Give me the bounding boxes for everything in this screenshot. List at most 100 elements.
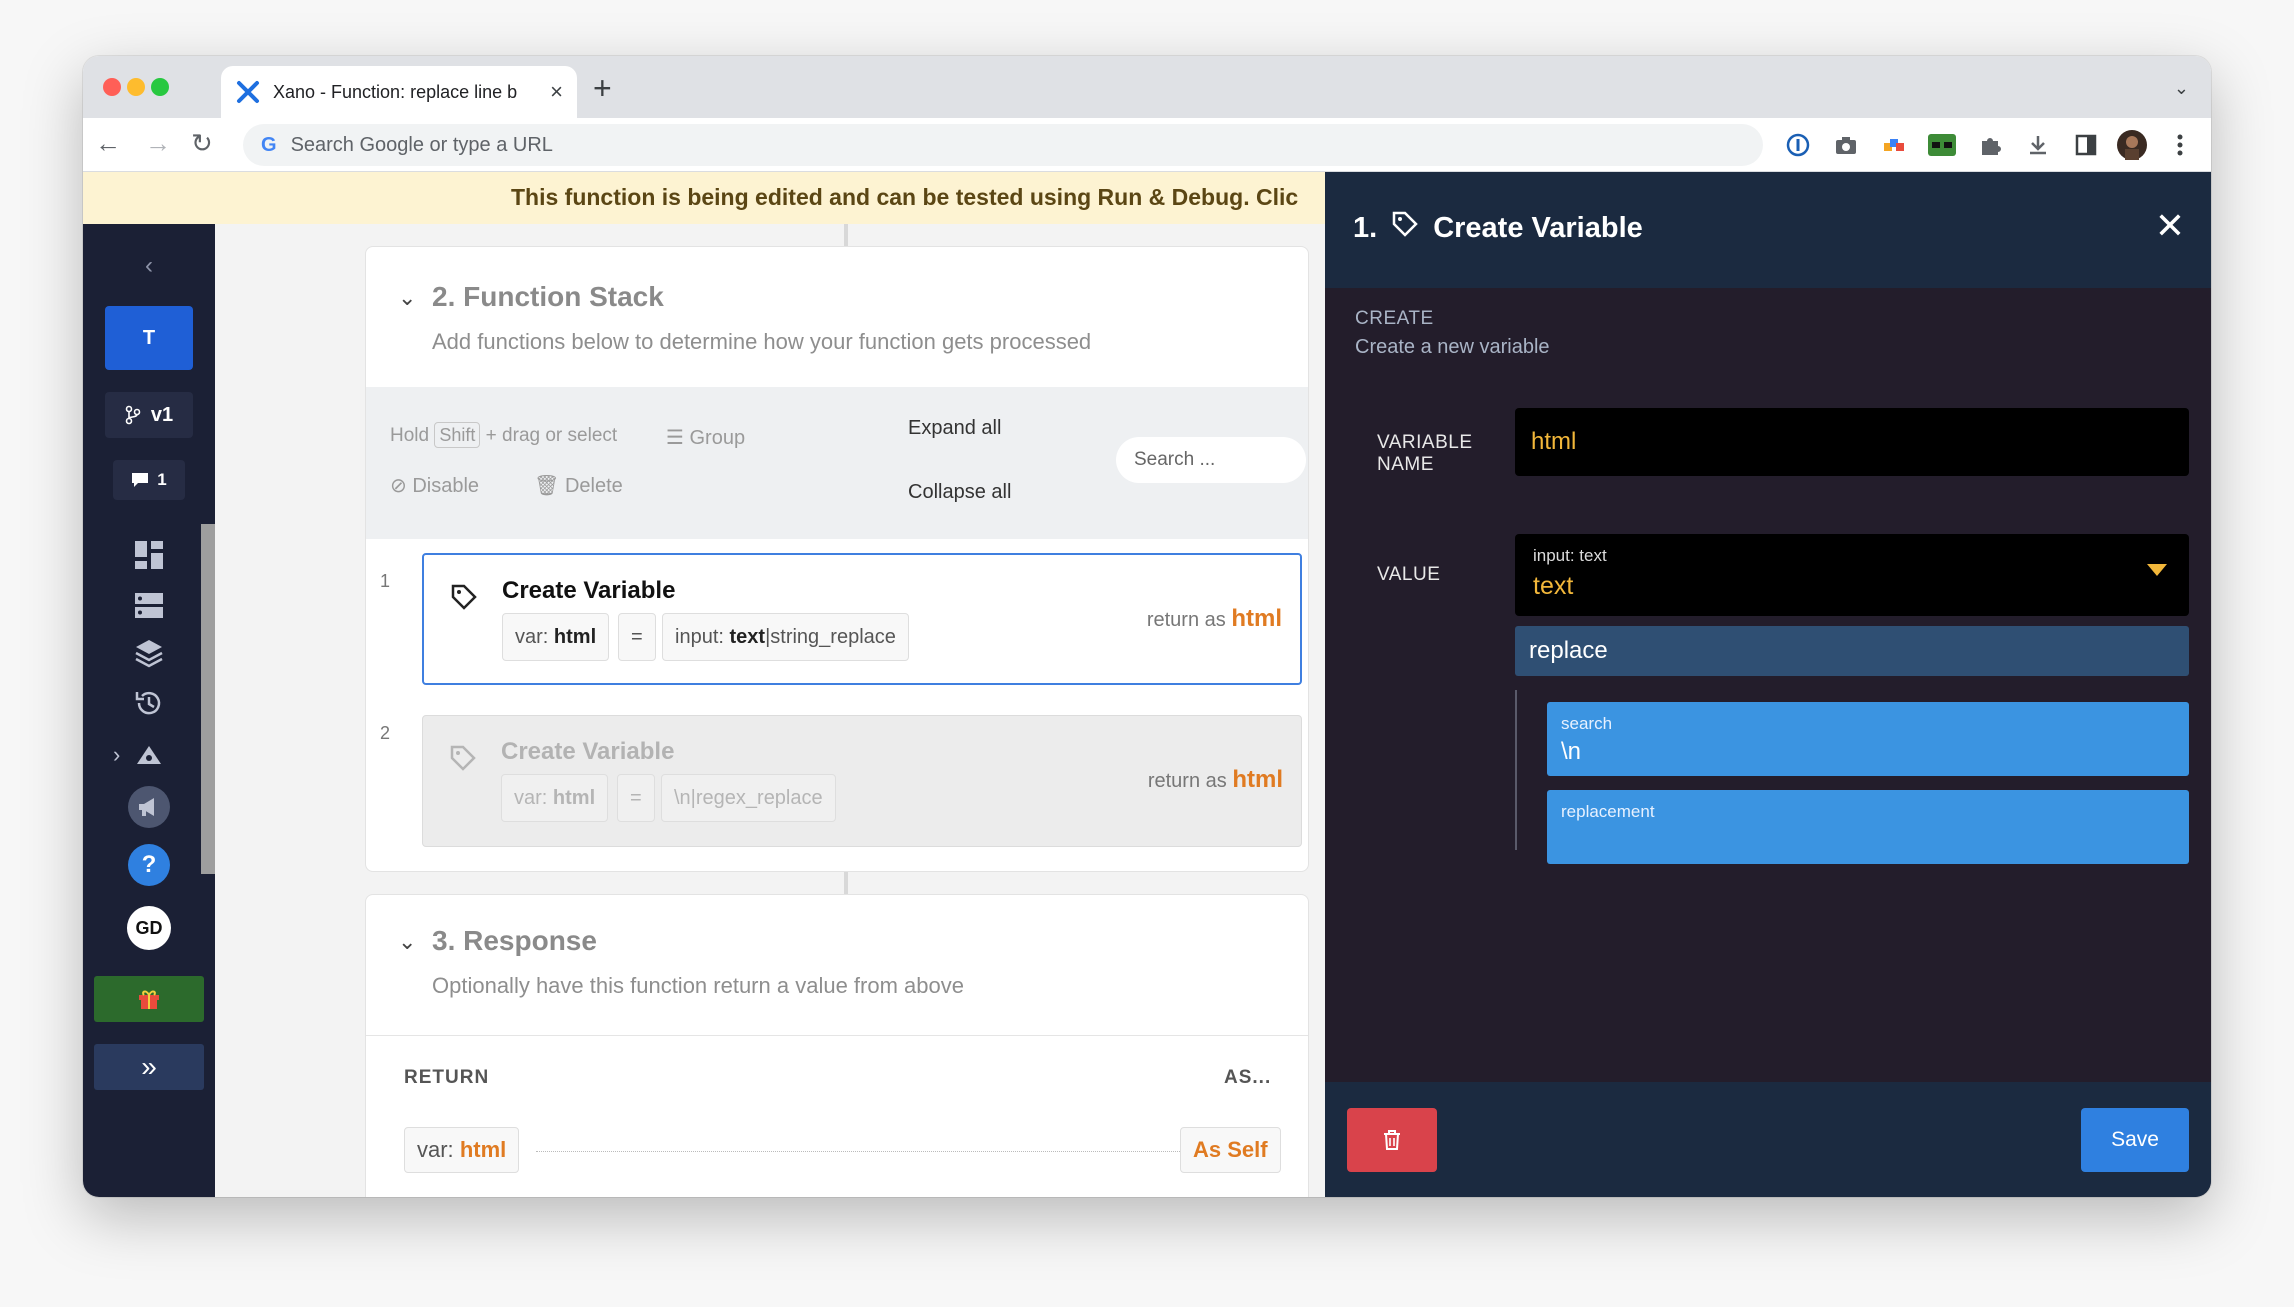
close-icon[interactable]: ✕ [2155,208,2185,244]
browser-tab-active[interactable]: Xano - Function: replace line b × [221,66,577,118]
variable-name-input[interactable]: html [1515,408,2189,476]
var-name: html [553,625,597,648]
collapse-all-button[interactable]: Collapse all [908,481,1011,504]
api-icon[interactable] [134,638,164,668]
reload-icon[interactable]: ↻ [191,130,213,156]
tab-close-icon[interactable]: × [550,79,563,105]
search-arg-field[interactable]: search \n [1547,702,2189,776]
return-var-prefix: var: [417,1137,454,1162]
delete-step-button[interactable] [1347,1108,1437,1172]
section-subtitle: Optionally have this function return a v… [432,973,964,998]
caret-down-icon[interactable] [2147,564,2167,576]
forward-arrow-icon[interactable]: → [145,130,171,156]
panel-title: 1. Create Variable [1353,210,1643,246]
variable-name-value: html [1531,428,1577,455]
value-filter: |string_replace [765,625,896,648]
database-icon[interactable] [134,590,164,620]
value-name: text [729,625,766,648]
return-as: return as html [1148,766,1283,794]
download-icon[interactable] [2023,130,2053,160]
back-arrow-icon[interactable]: ← [95,130,121,156]
camera-icon[interactable] [1831,130,1861,160]
section-subtitle: Add functions below to determine how you… [432,329,1092,354]
create-label: CREATE [1355,308,1434,329]
return-var-chip[interactable]: var: html [404,1127,520,1173]
branch-selector[interactable]: v1 [105,392,193,438]
step-number: 2 [380,723,391,743]
var-prefix: var: [514,786,548,809]
double-chevron-icon[interactable]: » [94,1044,204,1090]
address-bar[interactable]: G Search Google or type a URL [243,124,1763,166]
panel-title-text: Create Variable [1433,211,1643,244]
maximize-window-button[interactable] [151,78,169,96]
browser-menu-icon[interactable] [2165,130,2195,160]
var-chip[interactable]: var: html [501,774,609,822]
step-create-variable-1[interactable]: Create Variable var: html = input: text |… [422,553,1302,685]
minimize-window-button[interactable] [127,78,145,96]
history-icon[interactable] [134,688,164,718]
disable-button[interactable]: ⊘ Disable [390,473,479,498]
profile-avatar[interactable] [2117,130,2147,160]
puzzle-extensions-icon[interactable] [1975,130,2005,160]
shift-key: Shift [434,422,481,448]
return-label: return as [1147,770,1227,792]
side-panel-icon[interactable] [2071,130,2101,160]
return-var: html [1231,605,1282,632]
layers-icon: ☰ [666,427,684,449]
google-g-icon: G [261,133,277,156]
workspace-button[interactable]: T [105,306,193,370]
tab-search-chevron-icon[interactable]: ⌄ [2174,78,2189,99]
response-card: ⌄ 3. Response Optionally have this funct… [365,894,1309,1197]
user-initials: GD [135,917,163,938]
value-chip[interactable]: input: text |string_replace [662,613,909,661]
browser-toolbar: ← → ↻ G Search Google or type a URL [83,118,2211,172]
tag-icon [449,744,477,777]
edit-mode-banner: This function is being edited and can be… [83,172,1325,224]
dashboard-icon[interactable] [134,540,164,570]
save-button[interactable]: Save [2081,1108,2189,1172]
tag-icon [450,583,478,616]
collapse-chevron-icon[interactable]: ⌄ [398,929,416,955]
help-icon[interactable]: ? [128,844,170,886]
addons-icon[interactable] [134,742,164,768]
as-self-chip[interactable]: As Self [1180,1127,1281,1173]
var-chip[interactable]: var: html [502,613,610,661]
dotted-leader [536,1151,1202,1152]
disable-label: Disable [412,475,480,497]
chevron-left-icon[interactable]: ‹ [145,252,153,280]
value-chip[interactable]: \n|regex_replace [661,774,836,822]
sidebar-scrollbar[interactable] [201,524,215,874]
extension-colored-icon[interactable] [1879,130,1909,160]
section-title: 3. Response [432,925,597,956]
replace-filter[interactable]: replace [1515,626,2189,676]
function-search-input[interactable]: Search ... [1116,437,1306,483]
return-var-name: html [459,1137,507,1162]
new-tab-button[interactable]: + [593,72,612,104]
trash-icon [1384,1130,1400,1150]
step-number: 1 [380,571,391,591]
browser-window: Xano - Function: replace line b × + ⌄ ← … [83,56,2211,1197]
user-avatar[interactable]: GD [127,906,171,950]
left-sidebar: ‹ T v1 1 › ? GD » [83,224,215,1197]
delete-button[interactable]: 🗑 Delete [534,473,623,498]
value-source: input: text [1533,546,1607,565]
collapse-chevron-icon[interactable]: ⌄ [398,285,416,311]
tab-bar: Xano - Function: replace line b × + ⌄ [83,56,2211,118]
expand-all-button[interactable]: Expand all [908,417,1001,440]
glasses-extension-icon[interactable] [1927,130,1957,160]
gift-icon[interactable] [94,976,204,1022]
value-select[interactable]: input: text text [1515,534,2189,616]
create-description: Create a new variable [1355,336,1550,358]
close-window-button[interactable] [103,78,121,96]
return-var: html [1232,766,1283,793]
chevron-right-icon[interactable]: › [113,742,120,768]
section-title: 2. Function Stack [432,281,664,312]
megaphone-icon[interactable] [128,786,170,828]
group-button[interactable]: ☰ Group [666,425,745,450]
equals-chip: = [617,774,655,822]
password-manager-icon[interactable] [1783,130,1813,160]
comments-button[interactable]: 1 [113,460,185,500]
search-placeholder: Search ... [1134,449,1216,470]
replacement-arg-field[interactable]: replacement [1547,790,2189,864]
step-create-variable-2[interactable]: Create Variable var: html = \n|regex_rep… [422,715,1302,847]
